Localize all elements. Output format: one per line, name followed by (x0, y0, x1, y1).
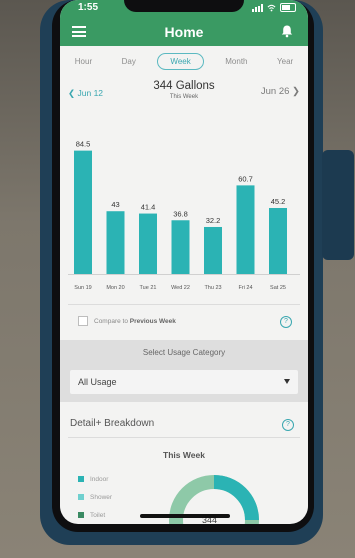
legend-swatch (78, 512, 84, 518)
chart-bar[interactable] (74, 150, 92, 274)
app-header: 1:55 Home (60, 0, 308, 46)
phone-case-side (322, 150, 354, 260)
wifi-icon (267, 4, 276, 11)
legend-swatch (78, 494, 84, 500)
phone-notch (124, 0, 244, 12)
usage-category-section: Select Usage Category All Usage (60, 340, 308, 402)
chart-bar[interactable] (106, 211, 125, 274)
divider (68, 437, 300, 438)
chart-category-label: Sun 19 (74, 285, 91, 291)
legend-label: Indoor (90, 475, 109, 483)
chart-value-label: 84.5 (76, 140, 91, 149)
detail-breakdown-heading: Detail+ Breakdown (70, 418, 155, 429)
breakdown-legend: Indoor Shower Toilet (78, 470, 112, 524)
tab-year[interactable]: Year (269, 54, 301, 69)
detail-help-icon[interactable]: ? (282, 419, 294, 431)
signal-icon (252, 3, 263, 12)
breakdown-period-heading: This Week (163, 450, 205, 460)
chart-value-label: 41.4 (141, 203, 156, 212)
chart-bar[interactable] (269, 208, 287, 274)
caret-down-icon (284, 379, 290, 384)
compare-label: Compare to Previous Week (94, 317, 176, 325)
page-title: Home (164, 24, 204, 40)
tab-week[interactable]: Week (157, 52, 204, 70)
compare-checkbox[interactable] (78, 316, 88, 326)
chart-category-label: Sat 25 (270, 285, 286, 291)
status-icons (252, 3, 296, 12)
next-period-button[interactable]: Jun 26 ❯ (261, 86, 300, 97)
chart-value-label: 32.2 (206, 216, 221, 225)
chart-value-label: 45.2 (271, 197, 286, 206)
tab-hour[interactable]: Hour (67, 54, 100, 69)
compare-previous-week-toggle[interactable]: Compare to Previous Week (78, 316, 176, 326)
usage-category-value: All Usage (78, 377, 117, 387)
chart-bar[interactable] (139, 213, 157, 274)
chart-category-label: Mon 20 (106, 285, 124, 291)
chevron-right-icon: ❯ (292, 86, 300, 97)
legend-label: Toilet (90, 511, 106, 519)
chart-value-label: 60.7 (238, 174, 253, 183)
usage-bar-chart: 84.5 Sun 19 43 Mon 20 41.4 Tue 21 36.8 Wed 22 32… (68, 140, 300, 291)
legend-swatch (78, 476, 84, 482)
chart-value-label: 43 (111, 200, 119, 209)
tab-day[interactable]: Day (114, 54, 144, 69)
usage-category-label: Select Usage Category (142, 348, 226, 357)
status-time: 1:55 (78, 2, 99, 13)
chart-value-label: 36.8 (173, 209, 188, 218)
home-indicator[interactable] (140, 514, 230, 518)
help-icon[interactable]: ? (280, 316, 292, 328)
legend-item-indoor: Indoor (78, 470, 112, 488)
legend-item-toilet: Toilet (78, 506, 112, 524)
chart-bar[interactable] (204, 226, 222, 274)
chart-category-label: Tue 21 (140, 285, 157, 291)
legend-item-shower: Shower (78, 488, 112, 506)
chart-bar[interactable] (171, 220, 190, 274)
bell-icon[interactable] (280, 24, 294, 38)
chart-category-label: Fri 24 (238, 285, 252, 291)
battery-icon (280, 3, 296, 12)
app-screen: 1:55 Home Hour Day Week Month Year ❮ Jun… (60, 0, 308, 524)
legend-label: Shower (90, 493, 113, 501)
chart-bar[interactable] (236, 185, 255, 274)
divider (68, 304, 300, 305)
chart-category-label: Thu 23 (204, 285, 221, 291)
next-period-label: Jun 26 (260, 86, 290, 97)
chart-category-label: Wed 22 (171, 285, 190, 291)
usage-category-select[interactable]: All Usage (70, 370, 298, 394)
tab-month[interactable]: Month (217, 54, 255, 69)
period-tabs: Hour Day Week Month Year (60, 50, 308, 72)
